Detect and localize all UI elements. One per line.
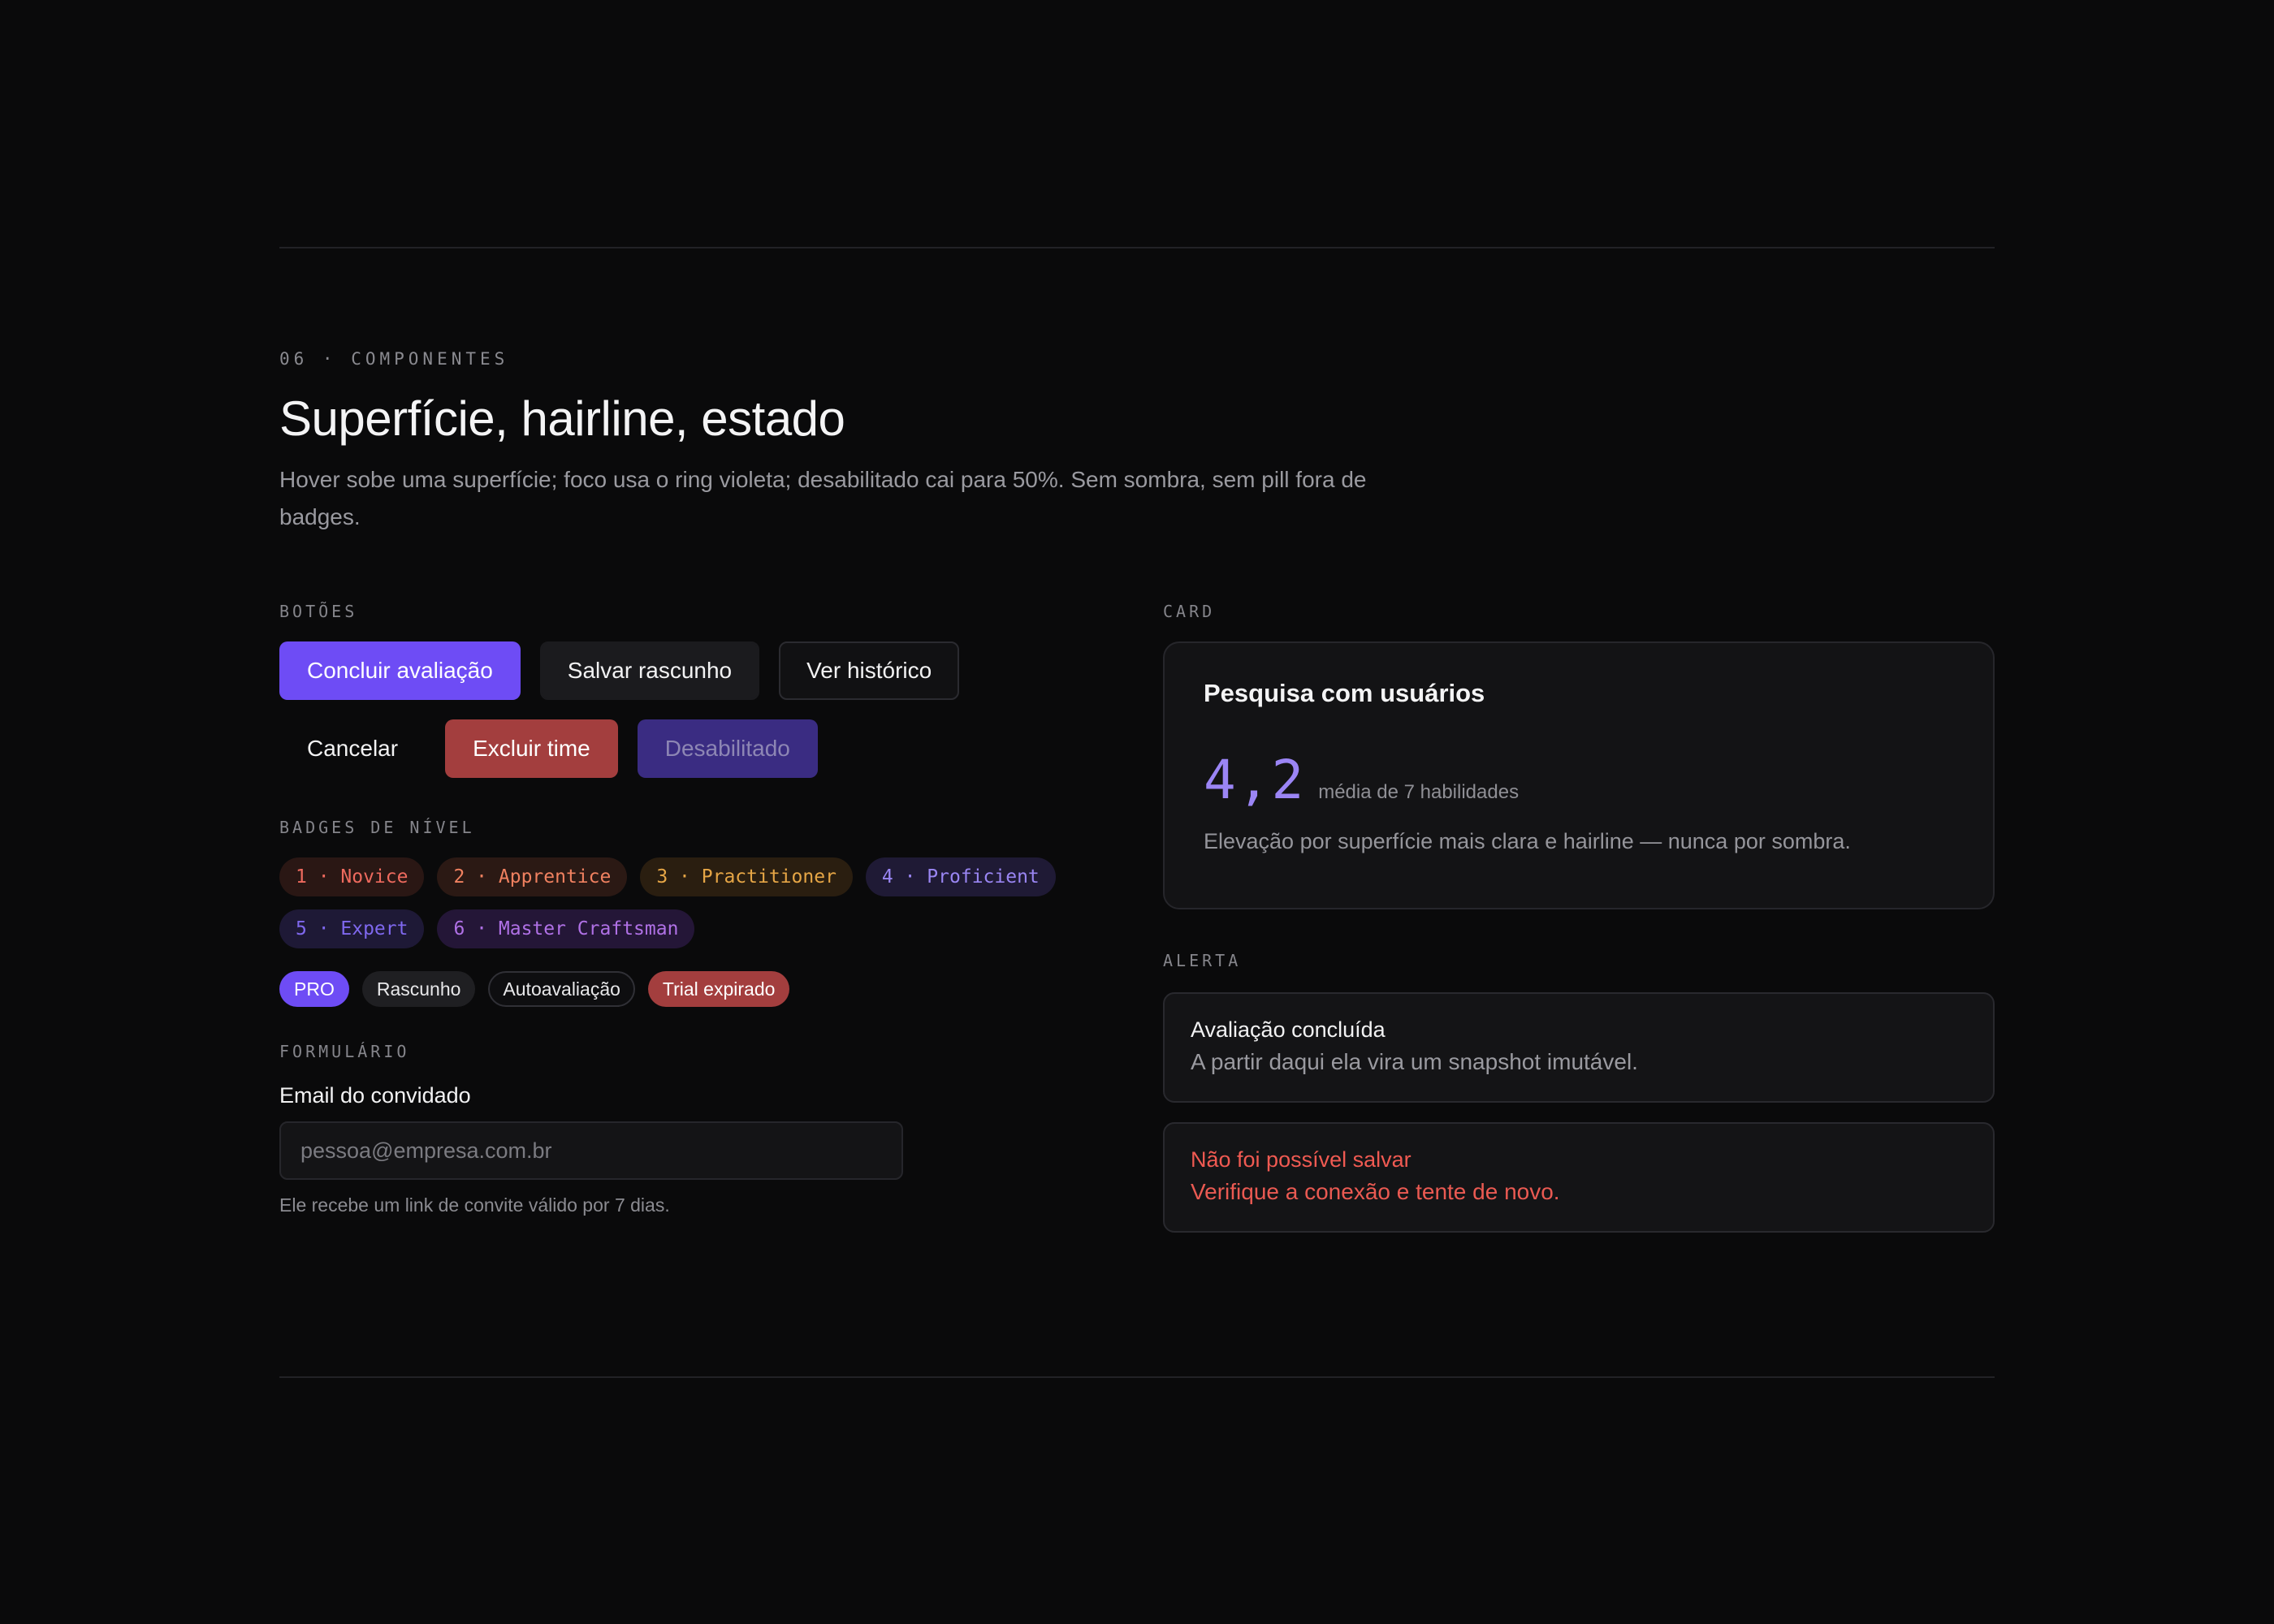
info-alert: Avaliação concluída A partir daqui ela v… xyxy=(1163,992,1995,1103)
page-subtitle: Hover sobe uma superfície; foco usa o ri… xyxy=(279,467,1367,529)
guest-email-label: Email do convidado xyxy=(279,1083,471,1108)
metric-value: 4,2 xyxy=(1204,749,1306,811)
metric-caption: média de 7 habilidades xyxy=(1318,781,1520,803)
view-history-button[interactable]: Ver histórico xyxy=(779,641,960,700)
user-research-card: Pesquisa com usuários 4,2 média de 7 hab… xyxy=(1163,641,1995,909)
card-metric: 4,2 média de 7 habilidades xyxy=(1204,749,1954,811)
alerts-list: Avaliação concluída A partir daqui ela v… xyxy=(1163,992,1995,1233)
status-tags: PRO Rascunho Autoavaliação Trial expirad… xyxy=(279,971,1124,1007)
info-alert-title: Avaliação concluída xyxy=(1191,1017,1386,1042)
save-draft-button[interactable]: Salvar rascunho xyxy=(539,641,760,700)
error-alert-body: Verifique a conexão e tente de novo. xyxy=(1191,1179,1560,1204)
self-assessment-badge: Autoavaliação xyxy=(488,971,635,1007)
level-badge-practitioner: 3 · Practitioner xyxy=(640,857,853,896)
complete-evaluation-button[interactable]: Concluir avaliação xyxy=(279,641,521,700)
guest-email-help: Ele recebe um link de convite válido por… xyxy=(279,1194,670,1216)
section-eyebrow: 06 · COMPONENTES xyxy=(279,349,509,369)
delete-team-button[interactable]: Excluir time xyxy=(445,719,618,778)
card-description: Elevação por superfície mais clara e hai… xyxy=(1204,829,1851,853)
draft-badge: Rascunho xyxy=(361,971,476,1007)
component-columns: BOTÕES Concluir avaliação Salvar rascunh… xyxy=(279,601,1995,1332)
level-badge-proficient: 4 · Proficient xyxy=(865,857,1056,896)
components-section: 06 · COMPONENTES Superfície, hairline, e… xyxy=(279,349,1995,1332)
error-alert-title: Não foi possível salvar xyxy=(1191,1147,1412,1172)
trial-expired-badge: Trial expirado xyxy=(647,971,790,1007)
right-column: CARD Pesquisa com usuários 4,2 média de … xyxy=(1163,601,1995,1233)
pro-badge: PRO xyxy=(279,971,349,1007)
guest-email-input[interactable] xyxy=(279,1121,903,1180)
level-badge-master-craftsman: 6 · Master Craftsman xyxy=(437,909,695,948)
alerts-label: ALERTA xyxy=(1163,951,1242,970)
error-alert: Não foi possível salvar Verifique a cone… xyxy=(1163,1122,1995,1233)
top-divider xyxy=(279,247,1995,248)
page-title: Superfície, hairline, estado xyxy=(279,391,845,446)
level-badge-novice: 1 · Novice xyxy=(279,857,425,896)
level-badges-label: BADGES DE NÍVEL xyxy=(279,818,475,837)
level-badge-expert: 5 · Expert xyxy=(279,909,425,948)
disabled-button: Desabilitado xyxy=(637,719,818,778)
button-row-2: Cancelar Excluir time Desabilitado xyxy=(279,719,1124,778)
level-badges: 1 · Novice 2 · Apprentice 3 · Practition… xyxy=(279,857,1124,948)
card-label: CARD xyxy=(1163,602,1216,621)
buttons-label: BOTÕES xyxy=(279,602,358,621)
level-badge-apprentice: 2 · Apprentice xyxy=(437,857,628,896)
bottom-divider xyxy=(279,1376,1995,1378)
left-column: BOTÕES Concluir avaliação Salvar rascunh… xyxy=(279,601,1124,1216)
button-row-1: Concluir avaliação Salvar rascunho Ver h… xyxy=(279,641,1124,700)
info-alert-body: A partir daqui ela vira um snapshot imut… xyxy=(1191,1049,1638,1074)
card-title: Pesquisa com usuários xyxy=(1204,679,1485,707)
form-label: FORMULÁRIO xyxy=(279,1042,410,1061)
cancel-button[interactable]: Cancelar xyxy=(279,719,426,778)
